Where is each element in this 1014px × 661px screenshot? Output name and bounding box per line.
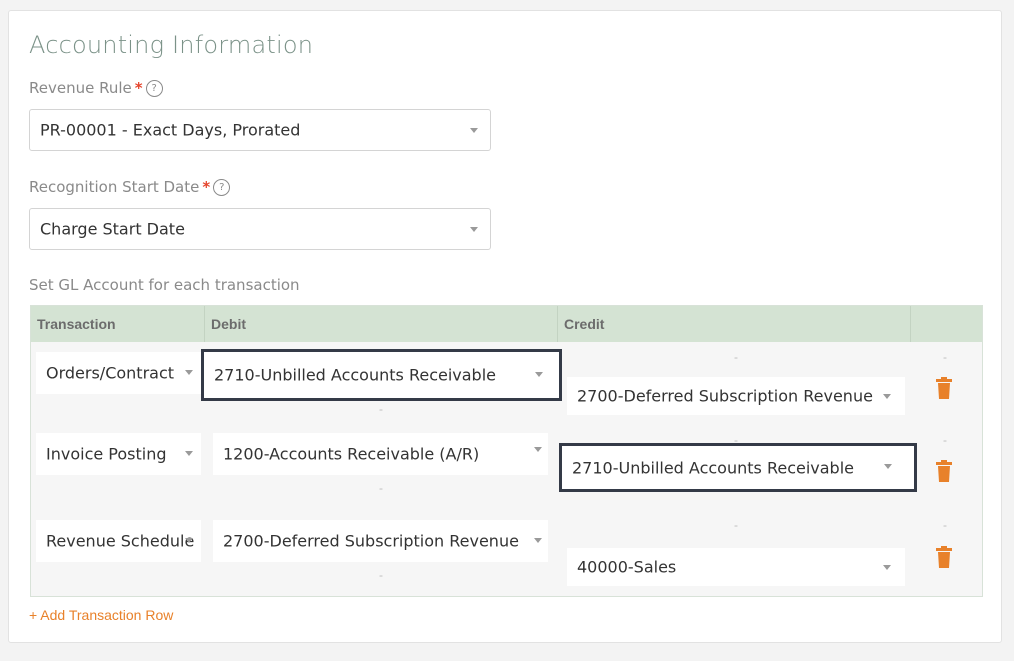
- placeholder-dash: -: [734, 518, 738, 532]
- column-header-actions: [911, 306, 984, 342]
- recognition-start-label: Recognition Start Date *?: [29, 178, 231, 196]
- chevron-down-icon: [185, 370, 193, 375]
- transaction-select[interactable]: Invoice Posting: [36, 433, 201, 475]
- chevron-down-icon: [534, 538, 542, 543]
- placeholder-dash: -: [379, 402, 383, 416]
- help-icon[interactable]: ?: [145, 80, 163, 97]
- column-header-debit: Debit: [205, 306, 558, 342]
- placeholder-dash: -: [379, 481, 383, 495]
- placeholder-dash: -: [943, 350, 947, 364]
- required-marker: *: [202, 178, 211, 196]
- gl-account-label: Set GL Account for each transaction: [29, 276, 300, 294]
- chevron-down-icon: [470, 227, 478, 232]
- transaction-select[interactable]: Orders/Contract: [36, 352, 201, 394]
- chevron-down-icon: [883, 394, 891, 399]
- table-row: Revenue Schedule 2700-Deferred Subscript…: [31, 512, 982, 597]
- table-header: Transaction Debit Credit: [31, 306, 982, 342]
- credit-account-select[interactable]: 2710-Unbilled Accounts Receivable: [559, 443, 917, 492]
- trash-icon[interactable]: [936, 377, 952, 399]
- debit-account-select[interactable]: 1200-Accounts Receivable (A/R): [213, 433, 548, 475]
- chevron-down-icon: [534, 447, 542, 452]
- section-title: Accounting Information: [29, 31, 314, 59]
- chevron-down-icon: [883, 565, 891, 570]
- debit-account-select[interactable]: 2700-Deferred Subscription Revenue: [213, 520, 548, 562]
- chevron-down-icon: [185, 451, 193, 456]
- chevron-down-icon: [535, 372, 543, 377]
- placeholder-dash: -: [734, 350, 738, 364]
- credit-account-select[interactable]: 2700-Deferred Subscription Revenue: [567, 377, 905, 415]
- chevron-down-icon: [884, 464, 892, 469]
- placeholder-dash: -: [943, 518, 947, 532]
- chevron-down-icon: [185, 538, 193, 543]
- required-marker: *: [134, 79, 143, 97]
- debit-account-select[interactable]: 2710-Unbilled Accounts Receivable: [201, 349, 562, 401]
- column-header-credit: Credit: [558, 306, 911, 342]
- placeholder-dash: -: [943, 433, 947, 447]
- revenue-rule-select[interactable]: PR-00001 - Exact Days, Prorated: [29, 109, 491, 151]
- add-transaction-row-link[interactable]: + Add Transaction Row: [29, 607, 173, 623]
- table-row: Invoice Posting 1200-Accounts Receivable…: [31, 427, 982, 512]
- placeholder-dash: -: [379, 568, 383, 582]
- trash-icon[interactable]: [936, 460, 952, 482]
- column-header-transaction: Transaction: [31, 306, 205, 342]
- recognition-start-select[interactable]: Charge Start Date: [29, 208, 491, 250]
- help-icon[interactable]: ?: [213, 179, 231, 196]
- gl-transaction-table: Transaction Debit Credit Orders/Contract…: [30, 305, 983, 597]
- trash-icon[interactable]: [936, 546, 952, 568]
- revenue-rule-label: Revenue Rule *?: [29, 79, 163, 97]
- table-row: Orders/Contract 2710-Unbilled Accounts R…: [31, 342, 982, 427]
- transaction-select[interactable]: Revenue Schedule: [36, 520, 201, 562]
- credit-account-select[interactable]: 40000-Sales: [567, 548, 905, 586]
- accounting-panel: Accounting Information Revenue Rule *? PR…: [8, 10, 1002, 643]
- chevron-down-icon: [470, 128, 478, 133]
